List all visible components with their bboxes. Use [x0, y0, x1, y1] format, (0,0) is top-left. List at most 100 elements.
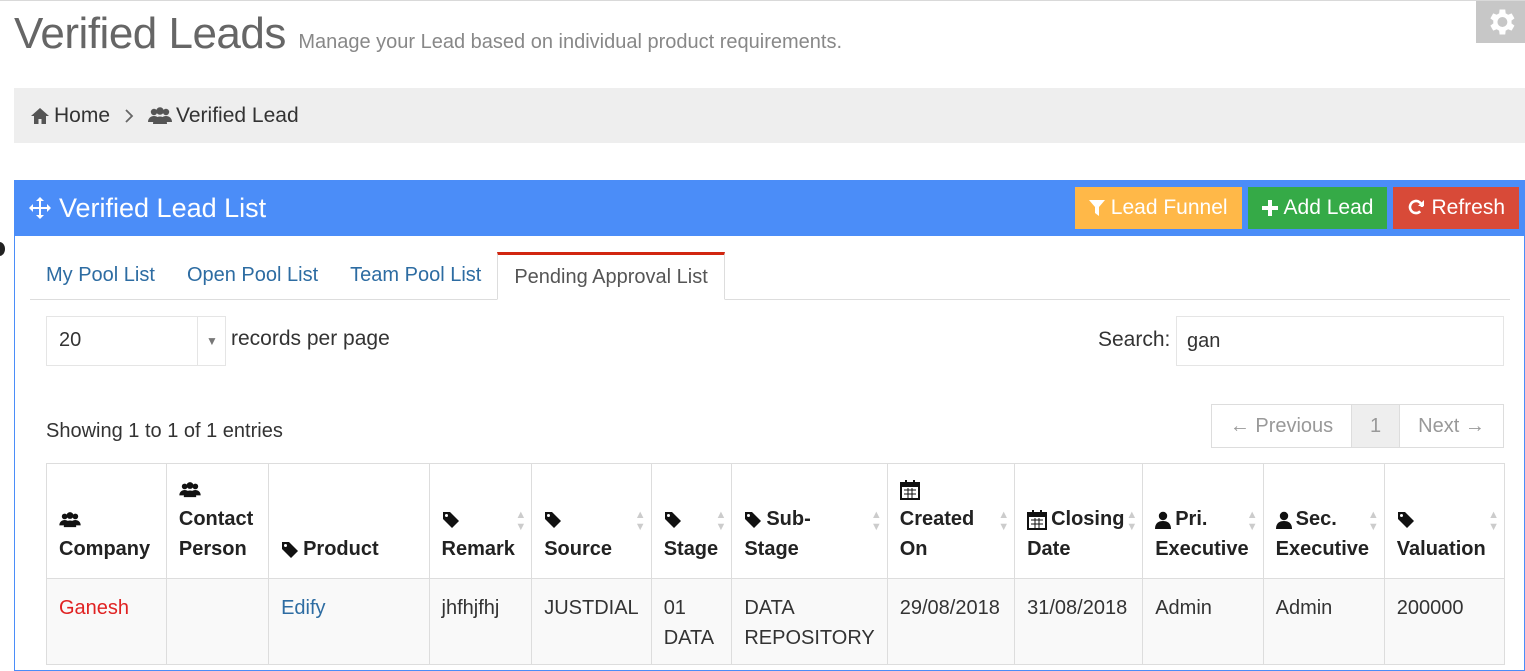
cell-created-on: 29/08/2018	[886, 578, 1016, 665]
tag-icon	[664, 511, 681, 528]
users-icon	[148, 106, 173, 124]
sort-icon: ▲ ▼	[870, 509, 882, 533]
filter-icon	[1088, 200, 1105, 216]
column-header-company[interactable]: Company	[46, 463, 167, 579]
records-per-page-select[interactable]: 20 ▼	[46, 316, 226, 366]
column-header-closing-date-label: Date	[1027, 538, 1071, 560]
column-header-stage-label: Stage	[663, 538, 719, 560]
home-icon	[31, 107, 49, 124]
product-link[interactable]: Edify	[281, 597, 325, 619]
column-header-sub-stage-line1: Sub-	[766, 508, 811, 530]
table-info: Showing 1 to 1 of 1 entries	[46, 420, 283, 442]
column-header-sub-stage-label: Stage	[744, 538, 799, 560]
cell-pri-executive: Admin	[1142, 578, 1264, 665]
pool-tabs: My Pool List Open Pool List Team Pool Li…	[30, 252, 1510, 300]
add-lead-button[interactable]: Add Lead	[1247, 187, 1388, 229]
column-header-pri-executive-line1: Pri.	[1175, 508, 1208, 530]
lead-funnel-label: Lead Funnel	[1110, 196, 1228, 219]
column-header-sec-executive-line1: Sec.	[1295, 508, 1337, 530]
calendar-icon	[899, 479, 920, 500]
column-header-pri-executive-label: Executive	[1155, 538, 1249, 560]
theme-settings-toggle[interactable]	[1476, 1, 1525, 43]
cell-valuation: 200000	[1383, 578, 1506, 665]
breadcrumb: Home Verified Lead	[14, 88, 1525, 143]
edge-handle	[0, 242, 5, 256]
tag-icon	[282, 541, 299, 558]
move-icon	[29, 197, 51, 219]
portlet-title: Verified Lead List	[59, 192, 267, 223]
page-subtitle: Manage your Lead based on individual pro…	[298, 31, 843, 53]
portlet-header: Verified Lead List Lead Funnel Add Lead …	[15, 180, 1524, 236]
breadcrumb-home[interactable]: Home	[30, 104, 110, 128]
refresh-button[interactable]: Refresh	[1393, 187, 1519, 229]
pagination-page-1[interactable]: 1	[1351, 405, 1400, 447]
company-link[interactable]: Ganesh	[59, 597, 129, 619]
search-input[interactable]	[1176, 316, 1504, 366]
pagination-next[interactable]: Next →	[1400, 405, 1503, 447]
tab-my-pool-list[interactable]: My Pool List	[30, 251, 171, 299]
sort-icon: ▲ ▼	[998, 509, 1010, 533]
column-header-created-on-line1: Created	[899, 508, 975, 530]
column-header-contact-person-label: Person	[178, 538, 247, 560]
column-header-created-on-label: On	[899, 538, 928, 560]
column-header-contact-person[interactable]: Contact Person	[165, 463, 270, 579]
column-header-contact-person-line1: Contact	[178, 508, 254, 530]
breadcrumb-current: Verified Lead	[148, 104, 299, 128]
cell-stage-line2: DATA	[663, 627, 715, 649]
tag-icon	[745, 511, 762, 528]
sort-icon: ▲ ▼	[1488, 509, 1499, 533]
column-header-source-label: Source	[544, 538, 613, 560]
tab-team-pool-list[interactable]: Team Pool List	[334, 251, 497, 299]
column-header-sec-executive[interactable]: Sec. Executive ▲ ▼	[1262, 463, 1385, 579]
column-header-product[interactable]: Product	[268, 463, 430, 579]
user-icon	[1275, 511, 1292, 529]
plus-icon	[1261, 200, 1278, 216]
cell-company: Ganesh	[46, 578, 167, 665]
cell-sec-executive: Admin	[1262, 578, 1385, 665]
leads-table: Company Contact Person Product Remark ▲ ▼	[46, 463, 1506, 665]
column-header-valuation[interactable]: Valuation ▲ ▼	[1383, 463, 1506, 579]
users-icon	[179, 481, 201, 497]
column-header-valuation-label: Valuation	[1396, 538, 1486, 560]
cell-contact-person	[165, 578, 270, 665]
refresh-icon	[1409, 199, 1425, 215]
table-header-row: Company Contact Person Product Remark ▲ ▼	[46, 463, 1506, 579]
column-header-sub-stage[interactable]: Sub- Stage ▲ ▼	[731, 463, 888, 579]
column-header-remark[interactable]: Remark ▲ ▼	[428, 463, 533, 579]
column-header-created-on[interactable]: Created On ▲ ▼	[886, 463, 1016, 579]
pagination-previous[interactable]: ← Previous	[1212, 405, 1351, 447]
sort-icon: ▲ ▼	[634, 509, 646, 533]
cell-stage: 01 DATA	[650, 578, 733, 665]
cell-closing-date: 31/08/2018	[1014, 578, 1144, 665]
users-icon	[59, 511, 81, 527]
add-lead-label: Add Lead	[1283, 196, 1374, 219]
verified-lead-portlet: Verified Lead List Lead Funnel Add Lead …	[14, 180, 1525, 671]
tab-pending-approval-list[interactable]: Pending Approval List	[497, 252, 725, 300]
page-title: Verified Leads	[14, 9, 286, 58]
column-header-pri-executive[interactable]: Pri. Executive ▲ ▼	[1142, 463, 1264, 579]
column-header-sec-executive-label: Executive	[1275, 538, 1369, 560]
tag-icon	[545, 511, 562, 528]
calendar-icon	[1027, 509, 1048, 530]
tag-icon	[442, 511, 459, 528]
column-header-company-label: Company	[59, 538, 151, 560]
search-label: Search:	[1098, 328, 1171, 351]
cell-sub-stage: DATA REPOSITORY	[731, 578, 888, 665]
gear-icon	[1489, 9, 1514, 35]
table-row: Ganesh Edify jhfhjfhj JUSTDIAL 01 DATA D…	[46, 578, 1506, 665]
cell-product: Edify	[268, 578, 430, 665]
records-per-page-label: records per page	[231, 327, 390, 350]
column-header-source[interactable]: Source ▲ ▼	[531, 463, 652, 579]
cell-remark: jhfhjfhj	[428, 578, 533, 665]
column-header-closing-date[interactable]: Closing Date ▲ ▼	[1014, 463, 1144, 579]
lead-funnel-button[interactable]: Lead Funnel	[1074, 187, 1242, 229]
column-header-stage[interactable]: Stage ▲ ▼	[650, 463, 733, 579]
caret-down-icon: ▼	[197, 317, 226, 365]
column-header-product-label: Product	[303, 538, 379, 560]
cell-sub-stage-line2: REPOSITORY	[744, 627, 875, 649]
cell-source: JUSTDIAL	[531, 578, 652, 665]
tab-open-pool-list[interactable]: Open Pool List	[171, 251, 334, 299]
user-icon	[1155, 511, 1172, 529]
breadcrumb-current-label: Verified Lead	[176, 103, 299, 127]
sort-icon: ▲ ▼	[1126, 509, 1138, 533]
